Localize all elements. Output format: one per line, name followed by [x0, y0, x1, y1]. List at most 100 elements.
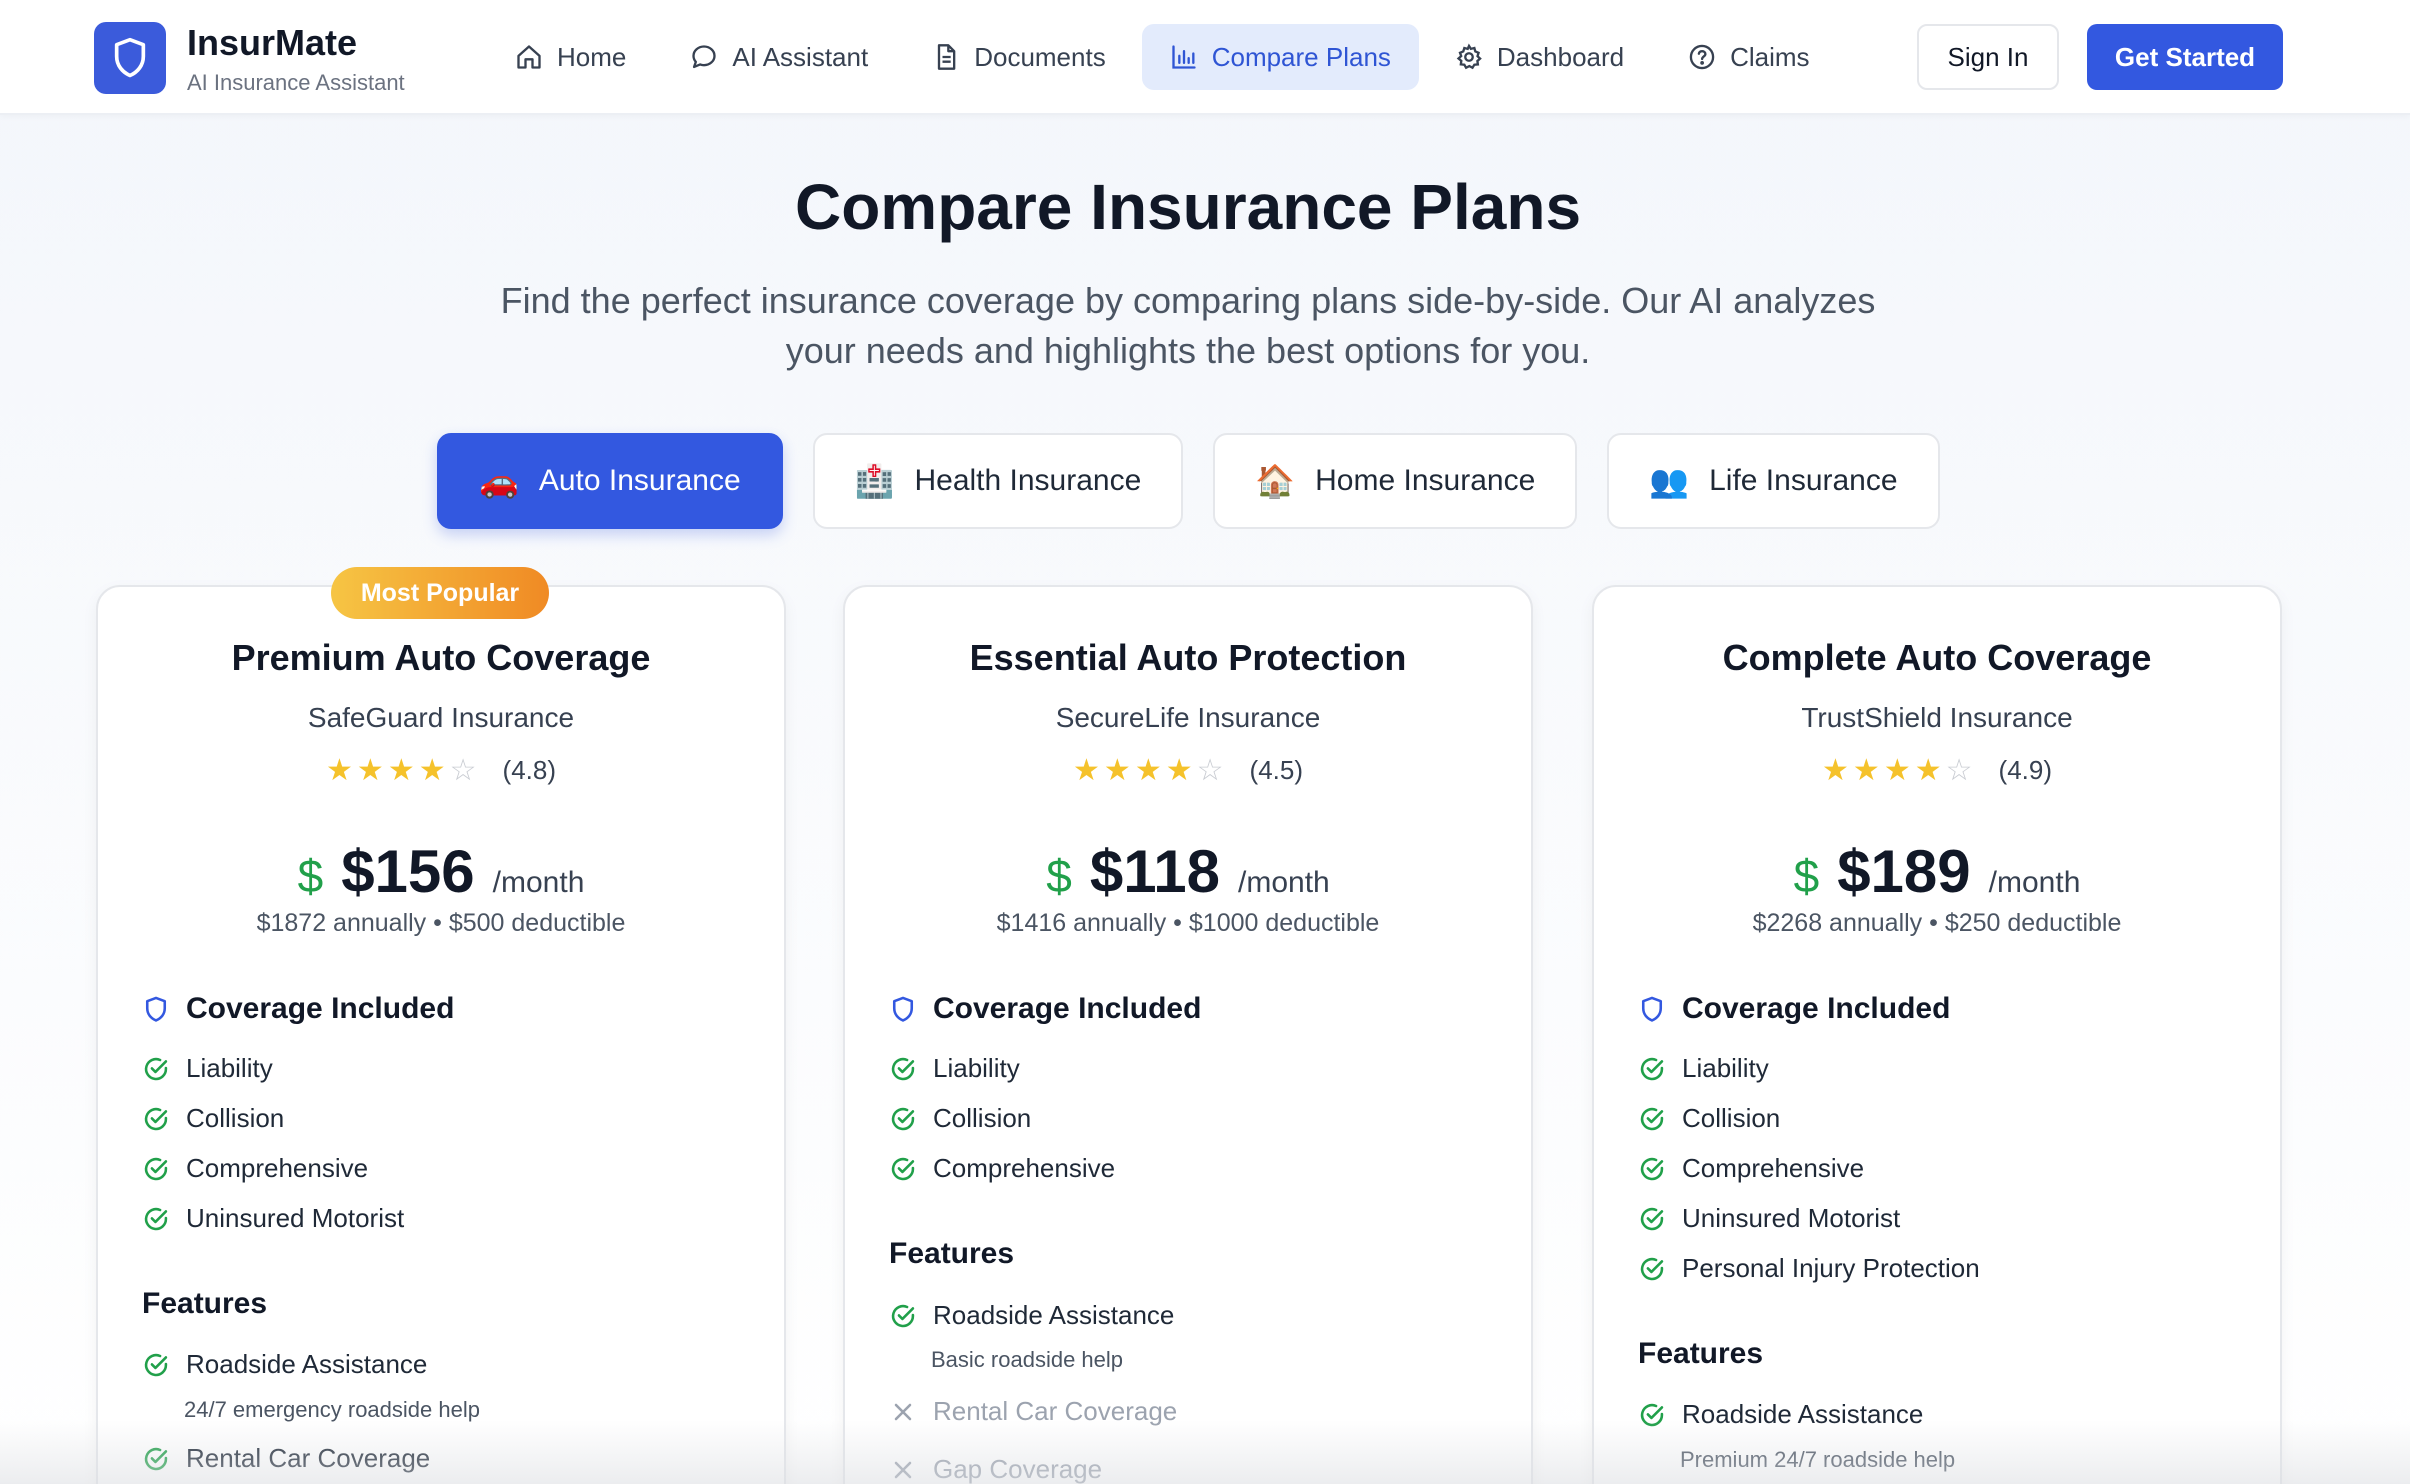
help-circle-icon	[1689, 44, 1715, 70]
dollar-icon: $	[297, 850, 324, 902]
price-row: $ $118 /month	[845, 837, 1531, 906]
feature-description: 24/7 emergency roadside help	[184, 1397, 480, 1422]
rating-value: (4.9)	[1998, 755, 2052, 785]
feature-label: Roadside Assistance	[186, 1349, 428, 1379]
deductible: $500 deductible	[448, 909, 626, 937]
shield-icon	[1641, 996, 1663, 1022]
coverage-item: Collision	[1638, 1103, 1780, 1134]
coverage-label: Liability	[1682, 1053, 1769, 1083]
coverage-label: Collision	[186, 1103, 285, 1133]
annual-price: $1416 annually	[996, 909, 1167, 937]
star-filled-icon: ★	[1103, 753, 1131, 787]
coverage-label: Comprehensive	[933, 1153, 1116, 1183]
check-circle-icon	[144, 1057, 168, 1080]
coverage-heading: Coverage Included	[1638, 992, 1950, 1026]
star-filled-icon: ★	[326, 753, 353, 787]
nav-documents-label: Documents	[974, 41, 1106, 72]
check-circle-icon	[144, 1157, 168, 1180]
price-details: $1416 annually • $1000 deductible	[996, 909, 1380, 937]
document-icon	[938, 44, 956, 70]
tab-home-insurance-label: Home Insurance	[1315, 464, 1536, 497]
coverage-item: Liability	[889, 1053, 1020, 1084]
coverage-heading: Coverage Included	[889, 992, 1201, 1026]
coverage-item: Personal Injury Protection	[1638, 1253, 1980, 1284]
price-period: /month	[1238, 866, 1330, 899]
star-filled-icon: ★	[1914, 753, 1942, 787]
hospital-icon: 🏥	[854, 463, 895, 499]
tab-auto-insurance[interactable]: 🚗 Auto Insurance	[437, 433, 783, 529]
coverage-label: Comprehensive	[1682, 1153, 1865, 1183]
dollar-icon: $	[1793, 850, 1820, 902]
feature-description: Premium 24/7 roadside help	[1680, 1447, 1956, 1472]
monthly-price: $156	[341, 838, 475, 905]
check-circle-icon	[1640, 1157, 1664, 1180]
check-circle-icon	[1640, 1403, 1664, 1426]
feature-item-excluded: Rental Car Coverage	[889, 1396, 1177, 1427]
deductible: $250 deductible	[1944, 909, 2122, 937]
shield-icon	[145, 996, 167, 1022]
tab-life-insurance-label: Life Insurance	[1709, 464, 1898, 497]
logo[interactable]	[94, 22, 166, 94]
main-nav: Home AI Assistant Documents Compare Plan…	[487, 24, 1838, 90]
feature-item: Rental Car Coverage	[142, 1443, 430, 1474]
plan-card-premium-auto[interactable]: Most Popular Premium Auto Coverage SafeG…	[96, 567, 786, 1484]
nav-ai-assistant-label: AI Assistant	[732, 41, 869, 72]
annual-price: $1872 annually	[256, 909, 427, 937]
star-filled-icon: ★	[1165, 753, 1193, 787]
nav-claims-label: Claims	[1730, 41, 1810, 72]
price-period: /month	[1988, 866, 2081, 899]
nav-compare-plans-label: Compare Plans	[1211, 41, 1391, 72]
check-circle-icon	[1640, 1207, 1664, 1230]
check-circle-icon	[1640, 1107, 1664, 1130]
check-circle-icon	[891, 1157, 915, 1180]
plan-card-essential-auto[interactable]: Essential Auto Protection SecureLife Ins…	[843, 585, 1533, 1484]
nav-dashboard[interactable]: Dashboard	[1427, 24, 1652, 90]
check-circle-icon	[891, 1304, 915, 1327]
coverage-label: Uninsured Motorist	[186, 1203, 405, 1233]
star-filled-icon: ★	[1883, 753, 1911, 787]
feature-label: Rental Car Coverage	[933, 1396, 1178, 1426]
plan-card-complete-auto[interactable]: Complete Auto Coverage TrustShield Insur…	[1592, 585, 2282, 1484]
x-icon	[894, 1461, 912, 1478]
feature-label: Roadside Assistance	[933, 1300, 1175, 1330]
coverage-item: Liability	[142, 1053, 273, 1084]
coverage-label: Personal Injury Protection	[1682, 1253, 1980, 1283]
nav-documents[interactable]: Documents	[904, 24, 1134, 90]
tab-life-insurance[interactable]: 👥 Life Insurance	[1607, 433, 1940, 529]
features-heading: Features	[142, 1287, 268, 1320]
nav-ai-assistant[interactable]: AI Assistant	[662, 24, 896, 90]
coverage-item: Uninsured Motorist	[142, 1203, 404, 1234]
gear-icon	[1456, 43, 1482, 70]
tab-auto-insurance-label: Auto Insurance	[538, 464, 741, 497]
page-subtitle: Find the perfect insurance coverage by c…	[500, 280, 1876, 371]
nav-claims[interactable]: Claims	[1660, 24, 1837, 90]
coverage-label: Collision	[933, 1103, 1032, 1133]
coverage-heading: Coverage Included	[142, 992, 454, 1026]
nav-dashboard-label: Dashboard	[1496, 41, 1625, 72]
tab-health-insurance[interactable]: 🏥 Health Insurance	[812, 433, 1184, 529]
plan-rating: ★ ★ ★ ★ ☆ (4.8)	[98, 755, 784, 786]
check-circle-icon	[891, 1057, 915, 1080]
coverage-label: Liability	[933, 1053, 1020, 1083]
brand-name[interactable]: InsurMate	[187, 22, 357, 64]
price-row: $ $189 /month	[1594, 837, 2280, 906]
tab-home-insurance[interactable]: 🏠 Home Insurance	[1213, 433, 1578, 529]
star-filled-icon: ★	[1073, 753, 1100, 787]
get-started-button[interactable]: Get Started	[2087, 24, 2283, 90]
check-circle-icon	[144, 1207, 168, 1230]
feature-label: Roadside Assistance	[1682, 1399, 1924, 1429]
feature-item: Roadside Assistance	[889, 1300, 1174, 1331]
monthly-price: $189	[1837, 838, 1971, 905]
sign-in-button[interactable]: Sign In	[1917, 24, 2059, 90]
price-period: /month	[492, 866, 585, 899]
coverage-item: Collision	[889, 1103, 1031, 1134]
home-icon	[517, 45, 541, 69]
feature-description: Basic roadside help	[931, 1347, 1124, 1372]
nav-home[interactable]: Home	[487, 24, 654, 90]
nav-compare-plans[interactable]: Compare Plans	[1141, 24, 1419, 90]
feature-item-excluded: Gap Coverage	[889, 1454, 1102, 1484]
star-filled-icon: ★	[387, 753, 415, 787]
deductible: $1000 deductible	[1188, 909, 1380, 937]
coverage-title: Coverage Included	[1682, 992, 1951, 1025]
star-empty-icon: ☆	[1945, 753, 1973, 787]
